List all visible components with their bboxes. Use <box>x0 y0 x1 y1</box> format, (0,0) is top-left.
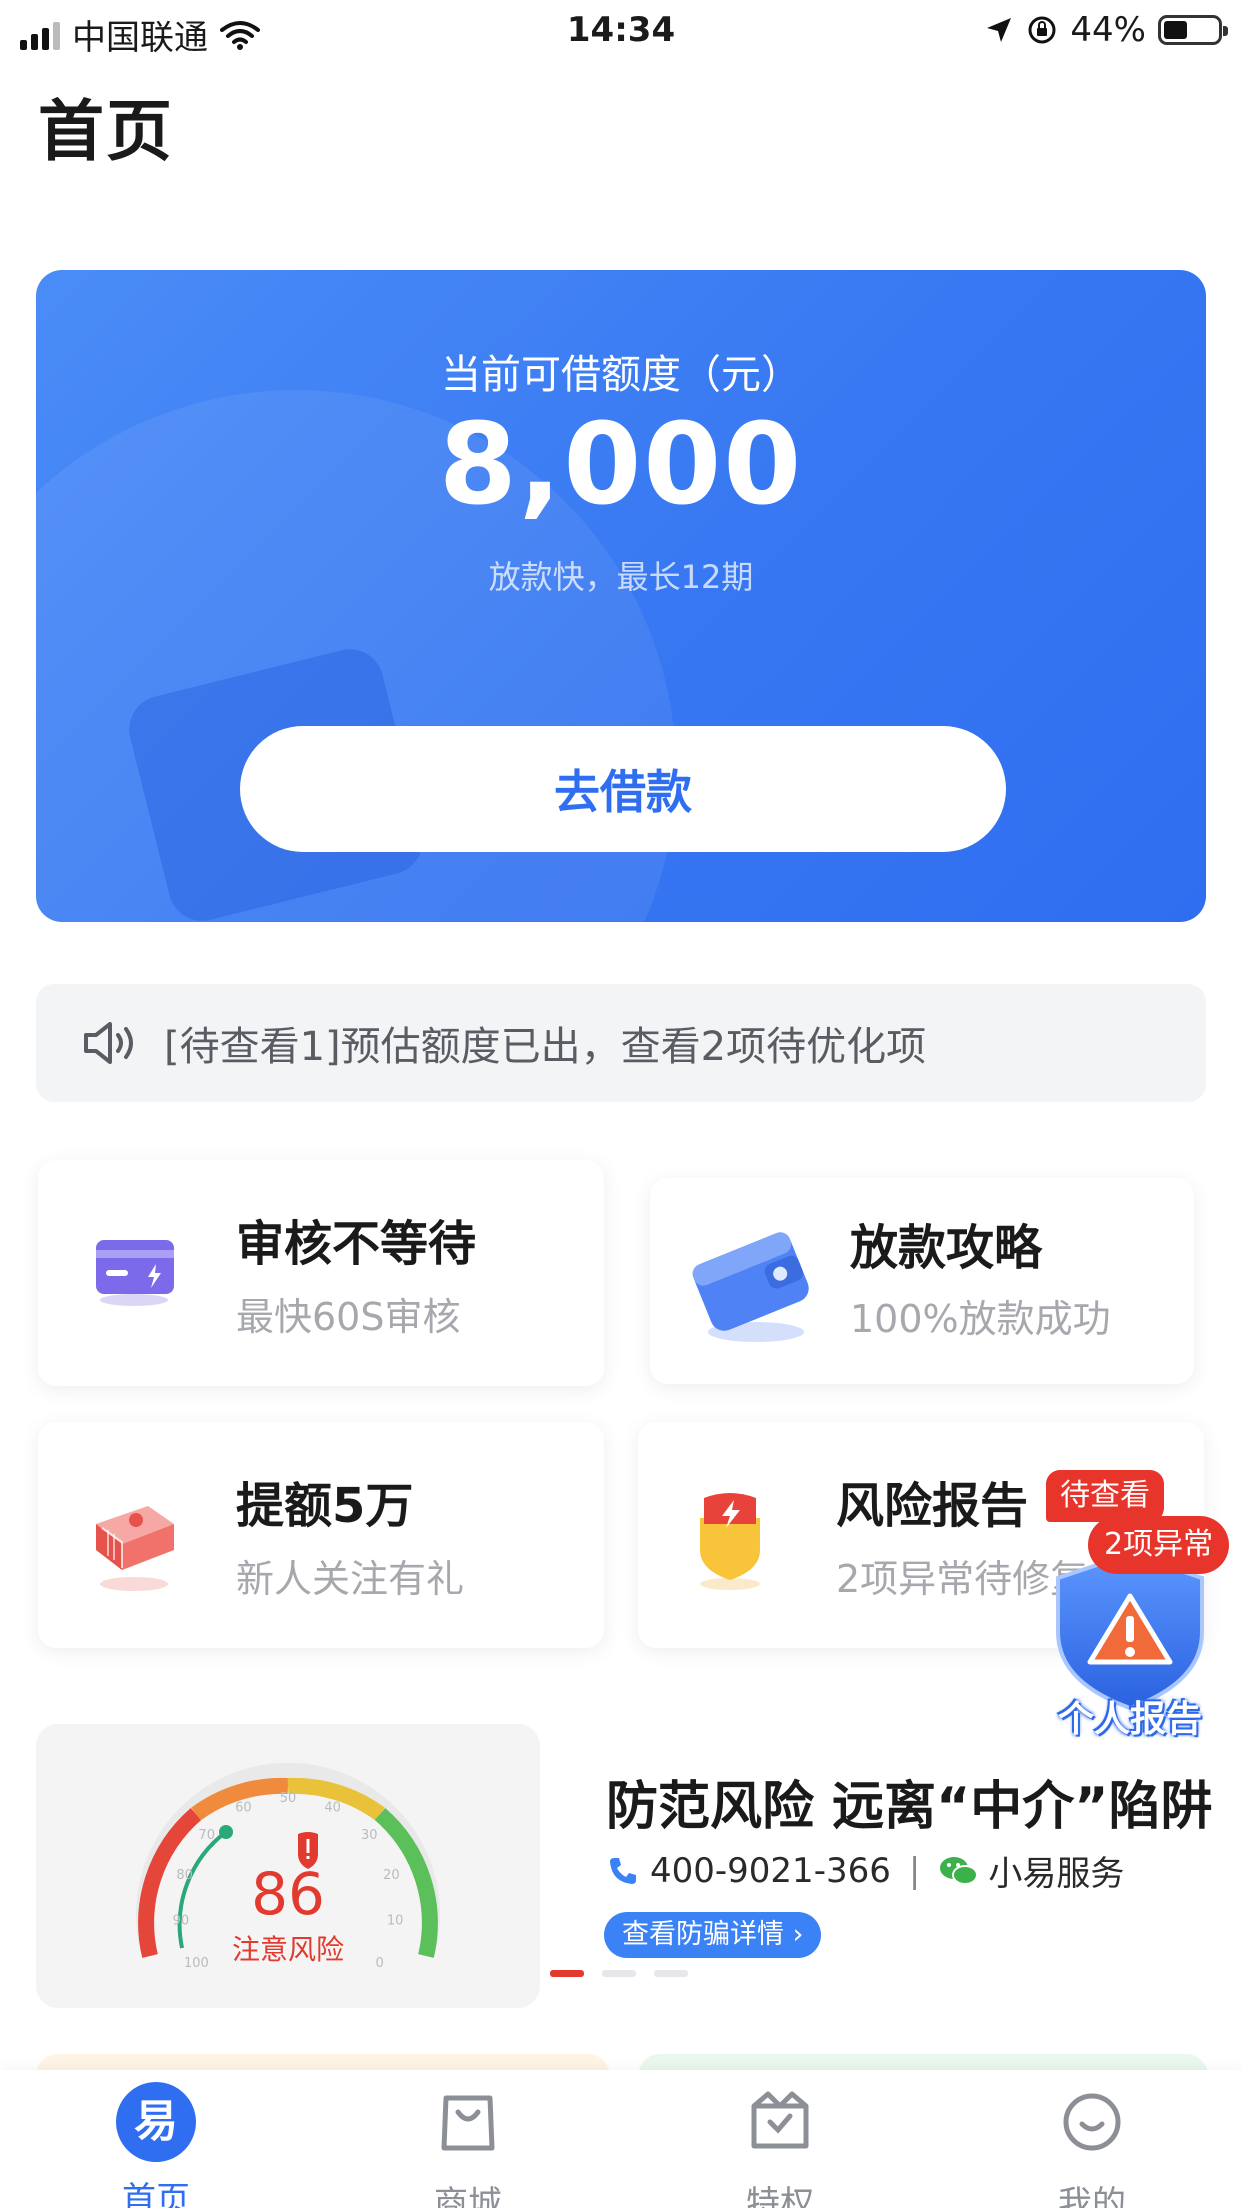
wechat-icon <box>940 1856 979 1885</box>
carousel-indicator <box>550 1970 688 1977</box>
risk-score: 86 <box>251 1860 325 1928</box>
gauge-tick-label: 60 <box>235 1801 252 1816</box>
smiley-icon <box>1063 2093 1121 2151</box>
feature-card-review[interactable]: 审核不等待 最快60S审核 <box>38 1160 604 1386</box>
credit-limit-amount: 8,000 <box>438 400 804 530</box>
notice-bar[interactable]: [待查看1]预估额度已出，查看2项待优化项 <box>36 984 1206 1102</box>
feature-title: 风险报告 <box>836 1478 1029 1534</box>
carousel-dot[interactable] <box>602 1970 636 1977</box>
anomaly-badge: 2项异常 <box>1088 1516 1230 1574</box>
rotation-lock-icon <box>1028 16 1056 44</box>
risk-banner-title: 防范风险 远离“中介”陷阱 <box>606 1777 1213 1837</box>
credit-limit-label: 当前可借额度（元） <box>441 352 801 398</box>
phone-icon <box>610 1857 636 1884</box>
privilege-bag-icon <box>751 2091 809 2149</box>
tab-label: 特权 <box>746 2184 814 2208</box>
feature-title: 放款攻略 <box>850 1220 1043 1276</box>
feature-title: 审核不等待 <box>236 1216 477 1272</box>
card-icon <box>96 1240 174 1306</box>
service-name[interactable]: 小易服务 <box>988 1846 1124 1895</box>
risk-gauge-card[interactable]: 100 90 80 70 60 50 40 30 20 10 0 86 注意风险 <box>36 1724 540 2008</box>
feature-card-loan-guide[interactable]: 放款攻略 100%放款成功 <box>650 1178 1194 1384</box>
location-arrow-icon <box>987 18 1012 42</box>
battery-percent: 44% <box>1070 10 1146 50</box>
tab-mine[interactable]: 我的 <box>992 2082 1192 2208</box>
feature-subtitle: 100%放款成功 <box>850 1297 1111 1341</box>
money-stack-icon <box>96 1506 174 1591</box>
carousel-dot[interactable] <box>550 1970 584 1977</box>
credit-limit-card: 当前可借额度（元） 8,000 放款快，最长12期 去借款 <box>36 270 1206 922</box>
borrow-button[interactable]: 去借款 <box>240 726 1006 852</box>
gauge-tick-label: 50 <box>280 1791 297 1806</box>
contact-separator: | <box>908 1850 921 1891</box>
tab-bar: 易 首页 商城 特权 我的 <box>0 2070 1242 2208</box>
speaker-icon <box>84 1022 133 1064</box>
tab-privilege[interactable]: 特权 <box>680 2082 880 2208</box>
tab-home[interactable]: 易 首页 <box>56 2082 256 2208</box>
battery-icon <box>1158 15 1228 45</box>
personal-report-label[interactable]: 个人报告 <box>1030 1690 1230 1742</box>
home-logo-icon: 易 <box>116 2082 196 2162</box>
phone-number[interactable]: 400-9021-366 <box>650 1851 891 1891</box>
tab-mall[interactable]: 商城 <box>368 2082 568 2208</box>
gauge-tick-label: 30 <box>361 1828 378 1843</box>
fraud-detail-button[interactable]: 查看防骗详情 › <box>604 1912 822 1958</box>
tab-label: 首页 <box>122 2180 190 2208</box>
shield-bolt-icon <box>700 1493 760 1590</box>
notice-text: [待查看1]预估额度已出，查看2项待优化项 <box>164 1024 927 1070</box>
fraud-detail-label: 查看防骗详情 <box>622 1919 784 1950</box>
feature-card-limit-raise[interactable]: 提额5万 新人关注有礼 <box>38 1422 604 1648</box>
status-right: 44% <box>984 10 1228 50</box>
gauge-tick-label: 70 <box>198 1828 215 1843</box>
carousel-dot[interactable] <box>654 1970 688 1977</box>
feature-subtitle: 最快60S审核 <box>236 1295 461 1339</box>
gauge-tick-label: 40 <box>324 1801 341 1816</box>
risk-contact-row: 400-9021-366 | 小易服务 <box>606 1846 1124 1895</box>
feature-title: 提额5万 <box>236 1478 414 1534</box>
chevron-right-icon: › <box>792 1919 804 1950</box>
feature-subtitle: 新人关注有礼 <box>236 1557 465 1601</box>
risk-score-label: 注意风险 <box>231 1933 344 1966</box>
tab-label: 商城 <box>434 2184 502 2208</box>
page-title: 首页 <box>38 93 174 170</box>
tab-label: 我的 <box>1058 2184 1126 2208</box>
shopping-bag-icon <box>441 2095 495 2151</box>
wallet-icon <box>692 1232 809 1342</box>
credit-limit-subtitle: 放款快，最长12期 <box>488 558 754 596</box>
status-bar: 中国联通 14:34 44% <box>0 0 1242 62</box>
